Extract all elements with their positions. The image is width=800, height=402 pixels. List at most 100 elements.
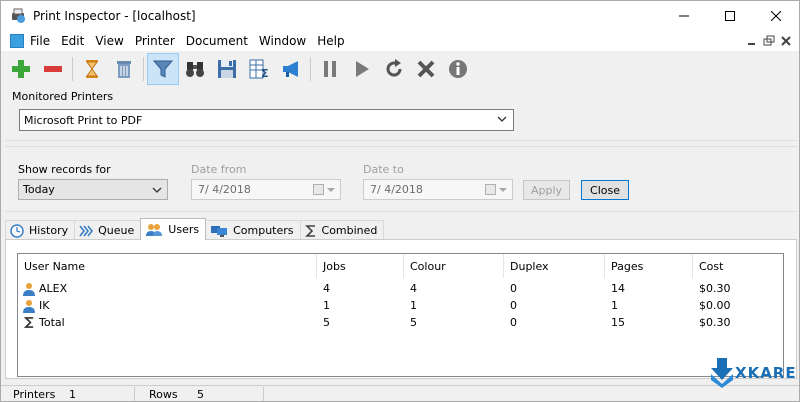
menu-window[interactable]: Window bbox=[259, 34, 314, 48]
user-icon bbox=[23, 282, 35, 296]
users-table[interactable]: User Name Jobs Colour Duplex Pages Cost … bbox=[17, 253, 784, 377]
cell-colour: 5 bbox=[410, 316, 417, 329]
pause-button[interactable] bbox=[314, 53, 346, 85]
tab-combined[interactable]: Combined bbox=[299, 220, 385, 240]
show-records-label: Show records for bbox=[18, 163, 111, 176]
column-header-colour[interactable]: Colour bbox=[404, 254, 504, 278]
tab-users[interactable]: Users bbox=[140, 218, 207, 240]
history-button[interactable] bbox=[76, 53, 108, 85]
monitored-printers-label: Monitored Printers bbox=[12, 90, 114, 103]
close-button[interactable] bbox=[753, 1, 799, 31]
mdi-close-icon[interactable] bbox=[779, 34, 793, 48]
cancel-button[interactable] bbox=[410, 53, 442, 85]
apply-button[interactable]: Apply bbox=[523, 180, 570, 200]
queue-icon bbox=[79, 225, 94, 236]
column-header-pages[interactable]: Pages bbox=[605, 254, 693, 278]
status-bar: Printers 1 Rows 5 bbox=[1, 385, 799, 401]
title-bar: Print Inspector - [localhost] bbox=[1, 1, 799, 31]
menu-file[interactable]: File bbox=[30, 34, 58, 48]
calendar-checkbox-icon bbox=[485, 184, 496, 195]
table-header: User Name Jobs Colour Duplex Pages Cost bbox=[18, 254, 783, 278]
properties-button[interactable] bbox=[442, 53, 474, 85]
status-rows-value: 5 bbox=[197, 387, 204, 401]
menu-help[interactable]: Help bbox=[317, 34, 352, 48]
xkare-logo-icon bbox=[711, 358, 733, 388]
chevron-down-icon bbox=[327, 188, 335, 192]
table-row[interactable]: Total 5 5 0 15 $0.30 bbox=[18, 314, 783, 331]
show-records-select[interactable]: Today bbox=[18, 179, 168, 200]
table-row[interactable]: IK 1 1 0 1 $0.00 bbox=[18, 297, 783, 314]
users-icon bbox=[146, 223, 163, 236]
add-icon bbox=[12, 60, 30, 78]
cancel-icon bbox=[417, 60, 435, 78]
chevron-down-icon bbox=[499, 188, 507, 192]
tab-queue[interactable]: Queue bbox=[74, 220, 142, 240]
filter-icon bbox=[152, 60, 174, 78]
date-to-value: 7/ 4/2018 bbox=[370, 183, 423, 196]
cell-cost: $0.30 bbox=[699, 282, 731, 295]
sum-table-icon: Σ bbox=[249, 59, 269, 80]
find-button[interactable] bbox=[179, 53, 211, 85]
cell-colour: 4 bbox=[410, 282, 417, 295]
view-tabs: History Queue Users Computers Combined bbox=[5, 218, 385, 240]
close-filter-button[interactable]: Close bbox=[581, 180, 629, 200]
date-from-picker[interactable]: 7/ 4/2018 bbox=[191, 179, 341, 200]
show-records-value: Today bbox=[23, 183, 55, 196]
cell-cost: $0.30 bbox=[699, 316, 731, 329]
add-printer-button[interactable] bbox=[5, 53, 37, 85]
cell-jobs: 5 bbox=[323, 316, 330, 329]
play-icon bbox=[356, 61, 369, 77]
menu-edit[interactable]: Edit bbox=[61, 34, 92, 48]
cell-jobs: 1 bbox=[323, 299, 330, 312]
restart-button[interactable] bbox=[378, 53, 410, 85]
status-rows-label: Rows bbox=[149, 387, 178, 401]
column-header-user-name[interactable]: User Name bbox=[18, 254, 317, 278]
column-header-jobs[interactable]: Jobs bbox=[317, 254, 404, 278]
maximize-button[interactable] bbox=[707, 1, 753, 31]
tab-history[interactable]: History bbox=[5, 220, 76, 240]
mdi-minimize-icon[interactable] bbox=[745, 34, 759, 48]
chevron-down-icon bbox=[497, 116, 507, 122]
column-header-duplex[interactable]: Duplex bbox=[504, 254, 605, 278]
delete-button[interactable] bbox=[108, 53, 140, 85]
maximize-icon bbox=[725, 11, 735, 21]
cell-cost: $0.00 bbox=[699, 299, 731, 312]
document-window-icon[interactable] bbox=[10, 34, 24, 48]
menu-view[interactable]: View bbox=[95, 34, 131, 48]
date-to-picker[interactable]: 7/ 4/2018 bbox=[363, 179, 513, 200]
remove-printer-button[interactable] bbox=[37, 53, 69, 85]
xkare-logo-text: XKARE bbox=[735, 364, 797, 382]
tab-computers[interactable]: Computers bbox=[205, 220, 301, 240]
cell-pages: 1 bbox=[611, 299, 618, 312]
filter-button[interactable] bbox=[147, 53, 179, 85]
summary-table-button[interactable]: Σ bbox=[243, 53, 275, 85]
cell-user-name: ALEX bbox=[39, 282, 68, 295]
save-icon bbox=[218, 60, 236, 78]
app-window: Print Inspector - [localhost] File Edit … bbox=[0, 0, 800, 402]
minimize-icon bbox=[679, 15, 689, 17]
cell-pages: 14 bbox=[611, 282, 625, 295]
resume-button[interactable] bbox=[346, 53, 378, 85]
user-icon bbox=[23, 299, 35, 313]
cell-colour: 1 bbox=[410, 299, 417, 312]
tab-history-label: History bbox=[29, 224, 69, 237]
printer-select[interactable]: Microsoft Print to PDF bbox=[19, 109, 514, 131]
menu-bar: File Edit View Printer Document Window H… bbox=[1, 31, 799, 51]
date-from-label: Date from bbox=[191, 163, 247, 176]
filter-panel: Show records for Today Date from 7/ 4/20… bbox=[5, 146, 797, 212]
minimize-button[interactable] bbox=[661, 1, 707, 31]
megaphone-icon bbox=[283, 61, 298, 77]
column-header-cost[interactable]: Cost bbox=[693, 254, 783, 278]
table-row[interactable]: ALEX 4 4 0 14 $0.30 bbox=[18, 280, 783, 297]
status-printers-label: Printers bbox=[13, 387, 56, 401]
notify-button[interactable] bbox=[275, 53, 307, 85]
save-button[interactable] bbox=[211, 53, 243, 85]
menu-printer[interactable]: Printer bbox=[135, 34, 183, 48]
menu-document[interactable]: Document bbox=[186, 34, 256, 48]
sigma-icon bbox=[304, 224, 315, 237]
computers-icon bbox=[211, 225, 228, 237]
tab-computers-label: Computers bbox=[233, 224, 294, 237]
mdi-restore-icon[interactable] bbox=[762, 34, 776, 48]
remove-icon bbox=[44, 66, 62, 72]
chevron-down-icon bbox=[152, 187, 162, 193]
